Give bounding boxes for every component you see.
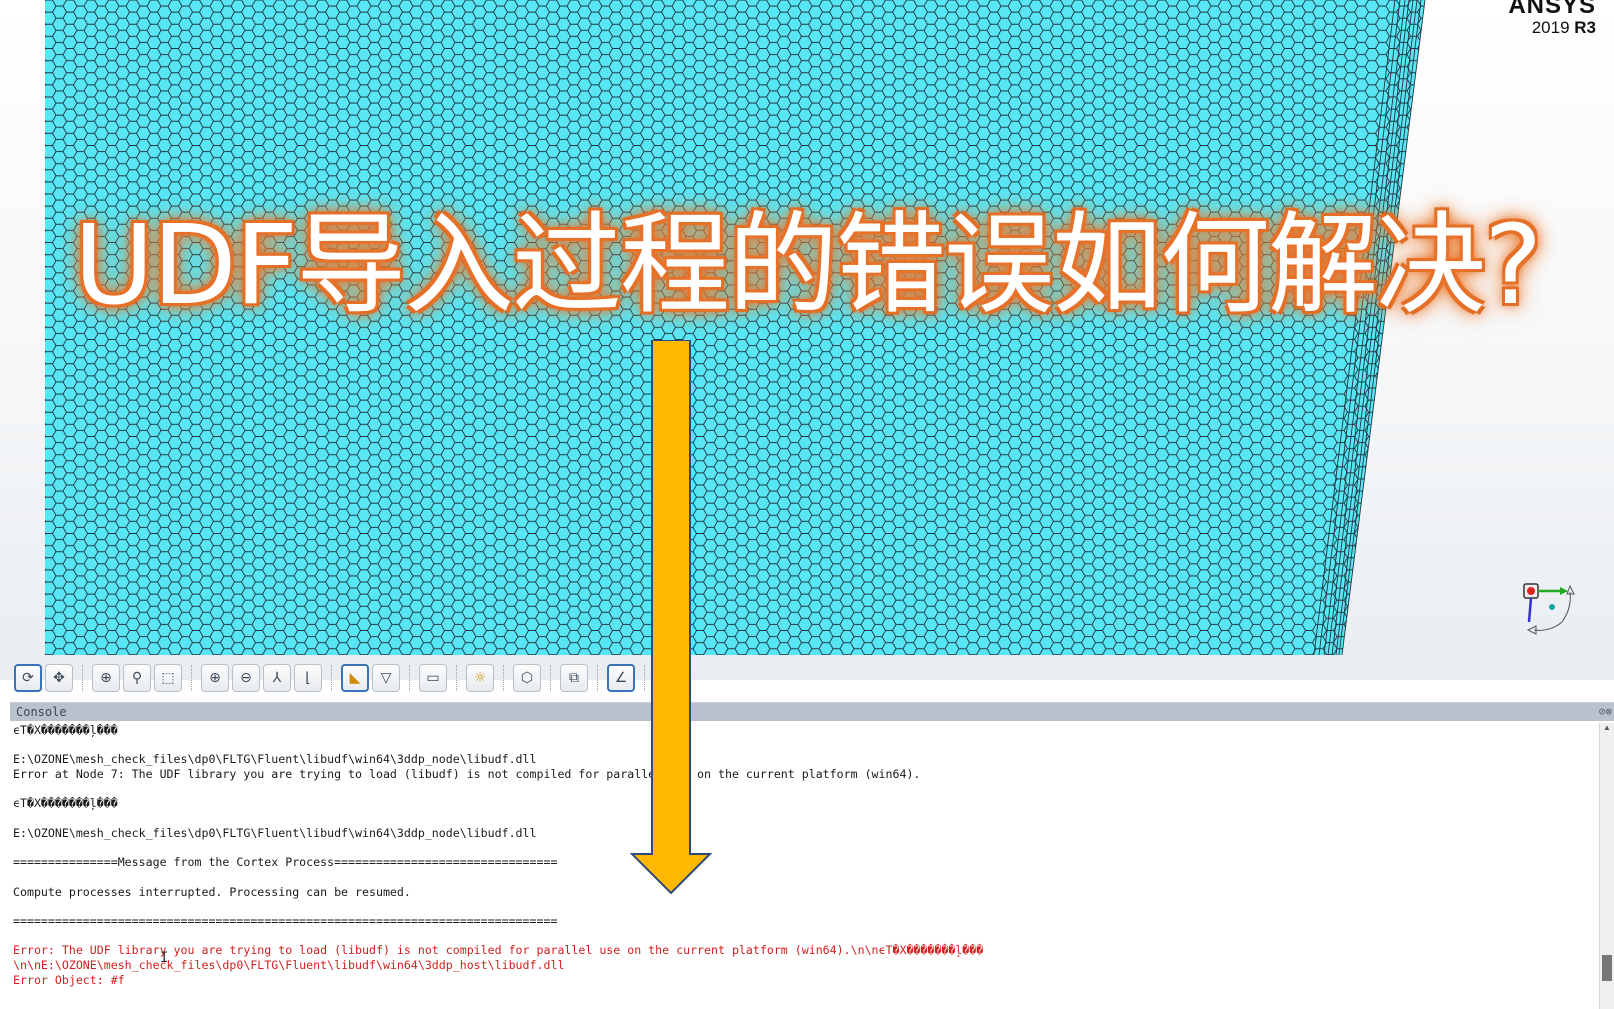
- console-line: ϵT�X�������ļ���: [13, 723, 118, 737]
- text-cursor-icon: I: [160, 950, 169, 966]
- mesh-display-icon[interactable]: ▽: [372, 664, 400, 692]
- ansys-version: 2019: [1531, 18, 1570, 37]
- console-panel[interactable]: Console ⊘⊗ ϵT�X�������ļ��� E:\OZONE\mesh_…: [10, 702, 1614, 1009]
- graphics-viewport[interactable]: ANSYS 2019 R3 UDF导入过程的错误如何解决?: [0, 0, 1614, 680]
- zoom-icon[interactable]: ⚲: [123, 664, 151, 692]
- graphics-toolbar: ⟳✥⊕⚲⬚⊕⊖⅄⌊◣▽▭☼⬡⧉∠▤: [14, 660, 1614, 696]
- axis-triad-icon[interactable]: [1512, 578, 1582, 640]
- console-scrollbar[interactable]: ▲: [1599, 723, 1614, 1009]
- toolbar-separator: [331, 665, 333, 691]
- ansys-logo: ANSYS 2019 R3: [1508, 0, 1596, 38]
- console-header: Console ⊘⊗: [10, 703, 1614, 721]
- toolbar-separator: [82, 665, 84, 691]
- console-line: ===============Message from the Cortex P…: [13, 855, 558, 870]
- fit-icon[interactable]: ⌊: [294, 664, 322, 692]
- console-line: ========================================…: [13, 913, 558, 928]
- console-title: Console: [16, 705, 67, 719]
- toolbar-separator: [191, 665, 193, 691]
- rotate-icon[interactable]: ⟳: [14, 664, 42, 692]
- view-icon[interactable]: ⧉: [560, 664, 588, 692]
- console-line: \n\nE:\OZONE\mesh_check_files\dp0\FLTG\F…: [13, 958, 565, 972]
- overlay-title: UDF导入过程的错误如何解决?: [73, 201, 1543, 329]
- ansys-release: R3: [1574, 18, 1596, 37]
- console-line: E:\OZONE\mesh_check_files\dp0\FLTG\Fluen…: [13, 825, 537, 840]
- zoom-out-icon[interactable]: ⊖: [232, 664, 260, 692]
- console-line: Error: The UDF library you are trying to…: [13, 943, 984, 958]
- console-line: E:\OZONE\mesh_check_files\dp0\FLTG\Fluen…: [13, 752, 537, 767]
- console-line: Error Object: #f: [13, 972, 125, 987]
- axes-icon[interactable]: ⅄: [263, 664, 291, 692]
- console-line: ϵT�X�������ļ���: [13, 796, 118, 811]
- console-text[interactable]: ϵT�X�������ļ��� E:\OZONE\mesh_check_files…: [10, 723, 1598, 1009]
- toolbar-separator: [550, 665, 552, 691]
- console-line: Error at Node 7: The UDF library you are…: [13, 767, 921, 782]
- select-icon[interactable]: ◣: [341, 664, 369, 692]
- hex-mesh-display[interactable]: [0, 0, 1614, 680]
- ansys-brand: ANSYS: [1508, 0, 1596, 19]
- zoom-in-icon[interactable]: ⊕: [201, 664, 229, 692]
- zoom-box-icon[interactable]: ⬚: [154, 664, 182, 692]
- scroll-up-icon[interactable]: ▲: [1600, 723, 1614, 735]
- light-icon[interactable]: ☼: [466, 664, 494, 692]
- toolbar-separator: [456, 665, 458, 691]
- pan-icon[interactable]: ✥: [45, 664, 73, 692]
- down-arrow-annotation: [630, 340, 712, 895]
- toolbar-separator: [409, 665, 411, 691]
- clip-icon[interactable]: ▭: [419, 664, 447, 692]
- console-line: Compute processes interrupted. Processin…: [13, 884, 411, 899]
- toolbar-separator: [503, 665, 505, 691]
- scroll-thumb[interactable]: [1602, 955, 1612, 981]
- toolbar-separator: [597, 665, 599, 691]
- iso-view-icon[interactable]: ⬡: [513, 664, 541, 692]
- zoom-dynamic-icon[interactable]: ⊕: [92, 664, 120, 692]
- console-header-icons[interactable]: ⊘⊗: [1599, 703, 1612, 721]
